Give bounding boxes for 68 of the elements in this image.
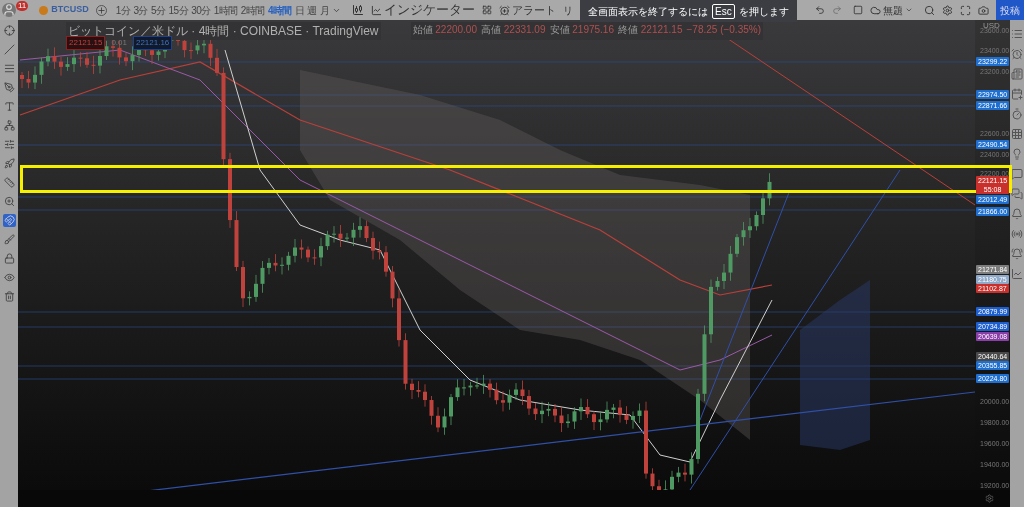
camera-icon[interactable] (978, 4, 989, 16)
eye-icon[interactable] (2, 271, 16, 284)
timeframe-tab[interactable]: 4時間 (267, 2, 292, 18)
magnet-icon[interactable] (2, 214, 16, 227)
coin-icon (39, 5, 49, 15)
line-tool-icon[interactable] (2, 43, 16, 56)
avatar-icon[interactable] (2, 3, 16, 17)
zoom-in-icon[interactable] (2, 195, 16, 208)
timeframe-tab[interactable]: 月 (319, 2, 330, 18)
cloud-icon (870, 4, 881, 16)
bell-icon[interactable] (1011, 248, 1023, 260)
list-icon[interactable] (1011, 28, 1023, 40)
search-icon[interactable] (924, 4, 935, 16)
notice-text: 全画面表示を終了するには (588, 4, 708, 19)
newspaper-icon[interactable] (1011, 68, 1023, 80)
timeframe-tab[interactable]: 1時間 (213, 2, 238, 18)
grid-icon[interactable] (1011, 128, 1023, 140)
alarm-clock-icon[interactable] (1011, 48, 1023, 60)
ruler-icon[interactable] (2, 176, 16, 189)
brush-icon[interactable] (2, 233, 16, 246)
add-icon[interactable] (95, 4, 107, 16)
undo-icon[interactable] (815, 5, 825, 15)
ohlc-readout: 始値 22200.00 高値 22331.09 安値 21975.16 終値 22121.15 −78.25 (−0.35%) (410, 22, 763, 40)
replay-label[interactable]: リ (563, 2, 574, 18)
timeframe-tab[interactable]: 1分 (115, 2, 131, 18)
esc-key: Esc (712, 3, 735, 19)
sliders-icon[interactable] (2, 138, 16, 151)
square-icon[interactable] (853, 5, 863, 15)
rocket-icon[interactable] (2, 157, 16, 170)
timeframe-tab[interactable]: 15分 (168, 2, 189, 18)
broadcast-icon[interactable] (1011, 228, 1023, 240)
pen-icon[interactable] (2, 81, 16, 94)
chart-line-icon (371, 4, 383, 16)
alarm-clock-icon (499, 4, 511, 16)
settings-icon[interactable] (942, 4, 953, 16)
timeframe-tab[interactable]: 5分 (150, 2, 166, 18)
timeframe-tab[interactable]: 日 (294, 2, 305, 18)
timeframe-tab[interactable]: 週 (307, 2, 317, 18)
timeframe-tab[interactable]: 2時間 (240, 2, 265, 18)
chats-icon[interactable] (1011, 188, 1023, 200)
text-tool-icon[interactable] (2, 100, 16, 113)
caret-icon (905, 6, 913, 14)
notice-text: を押します (738, 4, 789, 19)
settings-icon[interactable] (985, 494, 994, 503)
alert-button[interactable]: アラート (499, 1, 557, 19)
trash-icon[interactable] (2, 290, 16, 303)
indicators-button[interactable]: インジケーター (371, 0, 476, 20)
bell-icon[interactable] (1011, 208, 1023, 220)
pattern-icon[interactable] (2, 119, 16, 132)
grid-icon[interactable] (482, 5, 493, 15)
fullscreen-icon[interactable] (960, 4, 971, 16)
timeframe-tab[interactable]: 30分 (191, 2, 211, 18)
lines-icon[interactable] (2, 62, 16, 75)
buy-price-tag[interactable]: 22121.16 (132, 36, 173, 50)
chat-icon[interactable] (1011, 168, 1023, 180)
timer-icon[interactable] (1011, 108, 1023, 120)
line-chart-icon[interactable] (1011, 268, 1023, 280)
layout-button[interactable]: 無題 (870, 2, 913, 18)
sell-price-tag[interactable]: 22121.15 (66, 36, 106, 50)
lightbulb-icon[interactable] (1011, 148, 1023, 160)
candles-icon[interactable] (352, 4, 365, 16)
crosshair-icon[interactable] (2, 24, 16, 37)
timeframe-tab[interactable]: 3分 (133, 2, 148, 18)
lock-icon[interactable] (2, 252, 16, 265)
calendar-icon[interactable] (1011, 88, 1023, 100)
notification-badge: 11 (16, 1, 29, 11)
publish-button[interactable]: 投稿 (996, 0, 1024, 20)
symbol-button[interactable]: BTCUSD (39, 3, 89, 17)
